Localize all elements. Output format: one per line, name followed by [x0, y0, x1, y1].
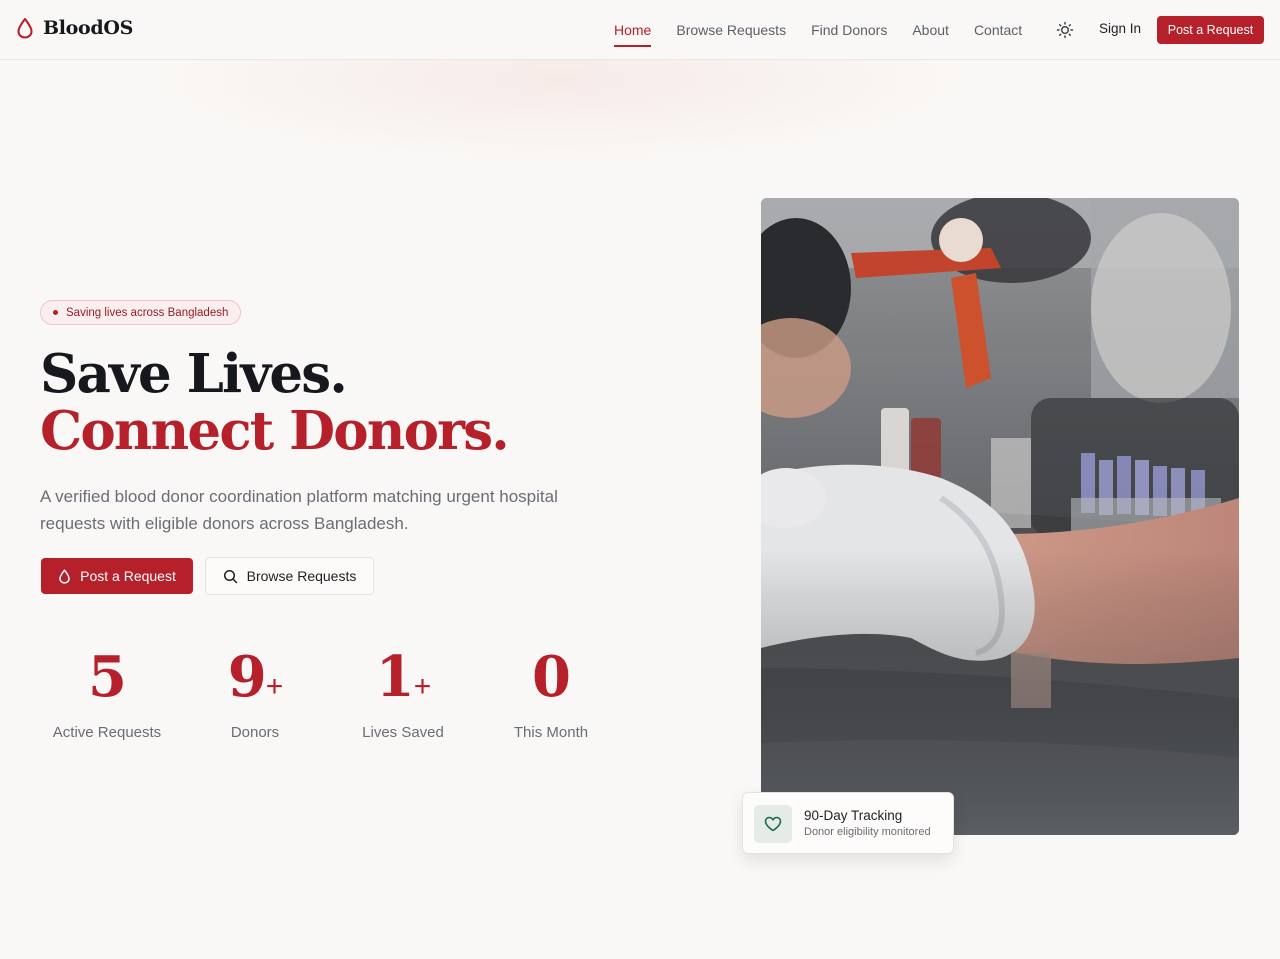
- tracking-card: 90-Day Tracking Donor eligibility monito…: [742, 792, 954, 854]
- post-request-nav-button[interactable]: Post a Request: [1157, 16, 1264, 44]
- hero-photo-blood-donation: [761, 198, 1239, 835]
- nav-contact[interactable]: Contact: [974, 0, 1022, 60]
- stat-value: 5: [88, 644, 127, 710]
- stat-label: Active Requests: [52, 724, 162, 741]
- post-request-button[interactable]: Post a Request: [41, 558, 193, 594]
- brand-logo[interactable]: BloodOS: [16, 17, 133, 39]
- stat-value: 0: [532, 644, 571, 710]
- badge-dot: [53, 310, 58, 315]
- hero-badge: Saving lives across Bangladesh: [40, 300, 242, 325]
- stat-label: This Month: [513, 724, 589, 741]
- sun-icon: [1056, 21, 1074, 39]
- nav-home[interactable]: Home: [614, 0, 652, 60]
- badge-text: Saving lives across Bangladesh: [66, 306, 229, 319]
- blood-drop-icon: [59, 568, 70, 584]
- tracking-icon-box: [754, 805, 792, 843]
- stat-label: Lives Saved: [362, 724, 444, 741]
- stat-value: 1+: [375, 644, 431, 710]
- brand-name: BloodOS: [43, 17, 134, 39]
- stat-donors: 9+ Donors: [181, 646, 329, 741]
- stat-this-month: 0 This Month: [477, 646, 625, 741]
- hero-headline: Save Lives. Connect Donors.: [40, 343, 510, 462]
- headline-line-2: Connect Donors.: [40, 400, 510, 462]
- headline-line-1: Save Lives.: [40, 343, 348, 405]
- search-icon: [223, 569, 237, 583]
- top-navbar: BloodOS Home Browse Requests Find Donors…: [0, 0, 1280, 60]
- blood-drop-icon: [17, 17, 33, 39]
- theme-toggle-button[interactable]: [1056, 21, 1074, 39]
- main-nav: Home Browse Requests Find Donors About C…: [614, 0, 1047, 60]
- nav-find-donors[interactable]: Find Donors: [811, 0, 887, 60]
- browse-requests-label: Browse Requests: [246, 568, 357, 584]
- stat-value: 9+: [227, 644, 283, 710]
- tracking-title: 90-Day Tracking: [804, 808, 903, 823]
- stat-lives-saved: 1+ Lives Saved: [329, 646, 477, 741]
- stats-row: 5 Active Requests 9+ Donors 1+ Lives Sav…: [33, 646, 625, 741]
- nav-about[interactable]: About: [912, 0, 949, 60]
- browse-requests-button[interactable]: Browse Requests: [205, 557, 374, 595]
- stat-label: Donors: [230, 724, 280, 741]
- hero-description: A verified blood donor coordination plat…: [40, 487, 558, 533]
- nav-browse-requests[interactable]: Browse Requests: [676, 0, 786, 60]
- heart-icon: [764, 816, 782, 832]
- post-request-label: Post a Request: [80, 568, 176, 584]
- stat-active-requests: 5 Active Requests: [33, 646, 181, 741]
- sign-in-link[interactable]: Sign In: [1099, 21, 1141, 36]
- tracking-subtitle: Donor eligibility monitored: [804, 826, 931, 838]
